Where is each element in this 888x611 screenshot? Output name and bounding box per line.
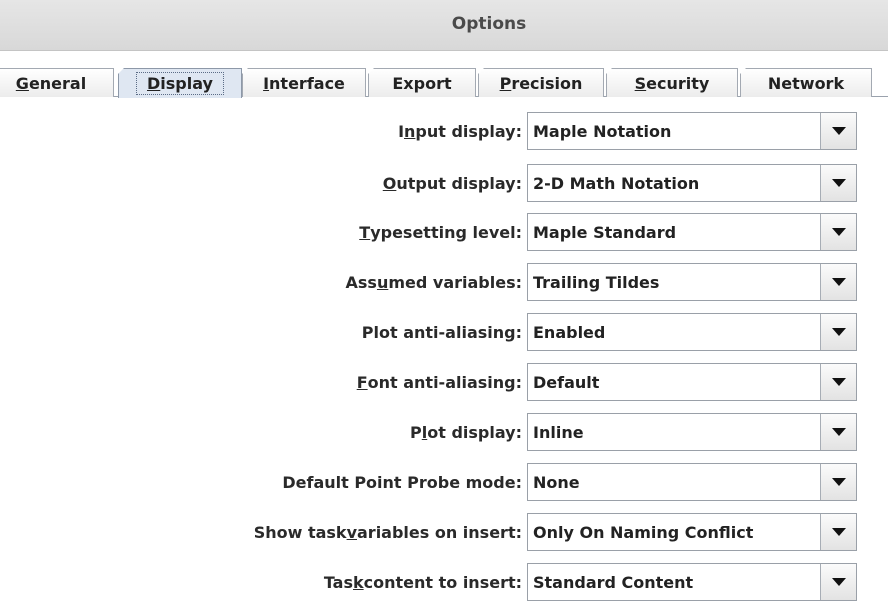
window-title: Options (451, 14, 527, 34)
setting-row-output-display: Output display: 2-D Math Notation (0, 164, 888, 202)
setting-row-plot-anti-aliasing: Plot anti-aliasing: Enabled (0, 313, 888, 351)
dropdown-button[interactable] (820, 464, 856, 500)
tab-label: Display (136, 72, 224, 95)
chevron-down-icon (831, 328, 846, 336)
font-anti-aliasing-select[interactable]: Default (527, 363, 857, 401)
setting-row-input-display: In put display: Maple Notation (0, 112, 888, 150)
select-value: Maple Standard (533, 222, 677, 242)
task-content-select[interactable]: Standard Content (527, 563, 857, 601)
tab-label: Network (767, 73, 845, 93)
output-display-select[interactable]: 2-D Math Notation (527, 164, 857, 202)
dropdown-button[interactable] (820, 514, 856, 550)
tab-security[interactable]: Security (606, 68, 738, 97)
setting-label: Show task v ariables on insert: (253, 522, 522, 542)
select-value: Standard Content (533, 572, 694, 592)
tab-general[interactable]: General (0, 68, 114, 97)
chevron-down-icon (831, 428, 846, 436)
setting-label: Pl ot display: (410, 422, 522, 442)
tab-label: General (15, 73, 87, 93)
setting-row-typesetting-level: Typesetting level: Maple Standard (0, 213, 888, 251)
point-probe-mode-select[interactable]: None (527, 463, 857, 501)
setting-label: Tas k content to insert: (323, 572, 522, 592)
tab-interface[interactable]: Interface (242, 68, 366, 97)
dropdown-button[interactable] (820, 414, 856, 450)
setting-label: Ass u med variables: (345, 272, 522, 292)
select-value: Only On Naming Conflict (533, 522, 754, 542)
setting-row-font-anti-aliasing: Font anti-aliasing: Default (0, 363, 888, 401)
setting-label: Output display: (382, 173, 522, 193)
task-variables-select[interactable]: Only On Naming Conflict (527, 513, 857, 551)
setting-label: Font anti-aliasing: (356, 372, 522, 392)
dropdown-button[interactable] (820, 314, 856, 350)
setting-row-point-probe-mode: Default Point Probe mode: None (0, 463, 888, 501)
select-value: Enabled (533, 322, 606, 342)
tab-precision[interactable]: Precision (478, 68, 604, 97)
tab-label: Export (392, 73, 452, 93)
tab-label: Interface (263, 73, 345, 93)
assumed-variables-select[interactable]: Trailing Tildes (527, 263, 857, 301)
tab-display[interactable]: Display (118, 68, 242, 98)
tab-network[interactable]: Network (740, 68, 872, 97)
tab-export[interactable]: Export (368, 68, 476, 97)
setting-row-plot-display: Pl ot display: Inline (0, 413, 888, 451)
setting-label: Plot anti-aliasing: (361, 322, 522, 342)
typesetting-level-select[interactable]: Maple Standard (527, 213, 857, 251)
select-value: None (533, 472, 580, 492)
chevron-down-icon (831, 127, 846, 135)
select-value: Maple Notation (533, 121, 672, 141)
setting-row-task-content: Tas k content to insert: Standard Content (0, 563, 888, 601)
setting-label: Default Point Probe mode: (282, 472, 522, 492)
window-titlebar[interactable]: Options (0, 0, 888, 51)
setting-label: In put display: (398, 121, 522, 141)
chevron-down-icon (831, 378, 846, 386)
setting-row-assumed-variables: Ass u med variables: Trailing Tildes (0, 263, 888, 301)
chevron-down-icon (831, 528, 846, 536)
setting-row-task-variables: Show task v ariables on insert: Only On N… (0, 513, 888, 551)
tab-label: Security (634, 73, 710, 93)
plot-anti-aliasing-select[interactable]: Enabled (527, 313, 857, 351)
input-display-select[interactable]: Maple Notation (527, 112, 857, 150)
plot-display-select[interactable]: Inline (527, 413, 857, 451)
select-value: Inline (533, 422, 584, 442)
chevron-down-icon (831, 478, 846, 486)
chevron-down-icon (831, 228, 846, 236)
chevron-down-icon (831, 578, 846, 586)
tab-label: Precision (499, 73, 583, 93)
dropdown-button[interactable] (820, 364, 856, 400)
dropdown-button[interactable] (820, 214, 856, 250)
chevron-down-icon (831, 278, 846, 286)
dropdown-button[interactable] (820, 264, 856, 300)
chevron-down-icon (831, 179, 846, 187)
select-value: Default (533, 372, 600, 392)
select-value: Trailing Tildes (533, 272, 660, 292)
dropdown-button[interactable] (820, 165, 856, 201)
dropdown-button[interactable] (820, 113, 856, 149)
select-value: 2-D Math Notation (533, 173, 700, 193)
setting-label: Typesetting level: (359, 222, 522, 242)
dropdown-button[interactable] (820, 564, 856, 600)
